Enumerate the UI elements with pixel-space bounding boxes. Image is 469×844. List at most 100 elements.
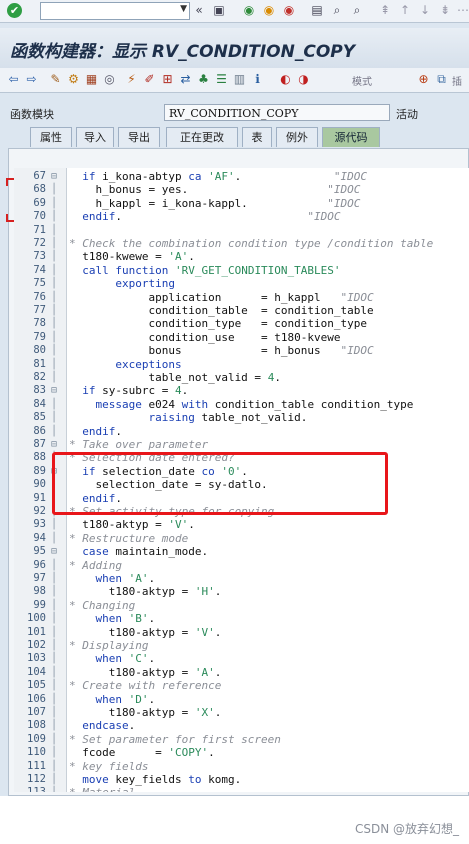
fold-toggle-icon[interactable]: ⊟ (48, 170, 60, 183)
tab-export[interactable]: 导出 (118, 127, 160, 147)
code-line[interactable]: 93 │ t180-aktyp = 'V'. (14, 518, 469, 531)
test-icon[interactable]: ✐ (142, 72, 157, 87)
last-page-icon[interactable]: ⇟ (438, 3, 452, 17)
code-line[interactable]: 68 │ h_bonus = yes. "IDOC (14, 183, 469, 196)
fold-toggle-icon[interactable]: ⊟ (48, 384, 60, 397)
pretty-printer-icon[interactable]: ⧉ (434, 72, 449, 87)
first-page-icon[interactable]: ⇞ (378, 3, 392, 17)
code-line[interactable]: 102 │ * Displaying (14, 639, 469, 652)
more-icon[interactable]: ⋯ (456, 3, 469, 17)
code-line[interactable]: 98 │ t180-aktyp = 'H'. (14, 585, 469, 598)
code-token: t180-aktyp = (69, 625, 195, 639)
activate-icon[interactable]: ⚡ (124, 72, 139, 87)
fold-guide: │ (50, 519, 58, 531)
code-line[interactable]: 106 │ when 'D'. (14, 693, 469, 706)
code-line[interactable]: 73 │ t180-kwewe = 'A'. (14, 250, 469, 263)
code-line[interactable]: 74 │ call function 'RV_GET_CONDITION_TABL… (14, 264, 469, 277)
tab-tables[interactable]: 表 (242, 127, 272, 147)
code-line[interactable]: 99 │ * Changing (14, 599, 469, 612)
tab-import[interactable]: 导入 (76, 127, 114, 147)
code-token: t180-aktyp = (69, 706, 195, 719)
prev-page-icon[interactable]: ↑ (398, 3, 412, 17)
code-line[interactable]: 97 │ when 'A'. (14, 572, 469, 585)
code-line[interactable]: 76 │ application = h_kappl "IDOC (14, 291, 469, 304)
code-line[interactable]: 86 │ endif. (14, 425, 469, 438)
find-icon[interactable]: ⌕ (330, 3, 344, 17)
tab-attributes[interactable]: 属性 (30, 127, 72, 147)
code-token: * Set parameter for first screen (69, 732, 281, 746)
session-breakpoint-icon[interactable]: ◑ (296, 72, 311, 87)
code-line[interactable]: 108 │ endcase. (14, 719, 469, 732)
print-icon[interactable]: ▤ (310, 3, 324, 17)
hierarchy-icon[interactable]: ☰ (214, 72, 229, 87)
fold-toggle-icon[interactable]: ⊟ (48, 545, 60, 558)
navigation-icon[interactable]: ♣ (196, 72, 211, 87)
code-line[interactable]: 105 │ * Create with reference (14, 679, 469, 692)
code-line[interactable]: 78 │ condition_type = condition_type (14, 317, 469, 330)
function-module-field[interactable]: RV_CONDITION_COPY (164, 104, 390, 121)
code-line[interactable]: 75 │ exporting (14, 277, 469, 290)
chevron-down-icon[interactable]: ▼ (180, 4, 187, 14)
mode-label[interactable]: 模式 (352, 73, 372, 88)
code-line[interactable]: 67 ⊟ if i_kona-abtyp ca 'AF'. "IDOC (14, 170, 469, 183)
display-change-icon[interactable]: ✎ (48, 72, 63, 87)
code-line[interactable]: 103 │ when 'C'. (14, 652, 469, 665)
insert-label[interactable]: 插 (452, 73, 462, 88)
code-token: komg. (208, 773, 242, 786)
code-line[interactable]: 69 │ h_kappl = i_kona-kappl. "IDOC (14, 197, 469, 210)
code-line[interactable]: 77 │ condition_table = condition_table (14, 304, 469, 317)
object-list-icon[interactable]: ⇄ (178, 72, 193, 87)
next-page-icon[interactable]: ↓ (418, 3, 432, 17)
exit-icon[interactable]: ◉ (262, 3, 276, 17)
save-icon[interactable]: ▣ (212, 3, 226, 17)
other-object-icon[interactable]: ▦ (84, 72, 99, 87)
code-line[interactable]: 111 │ * key fields (14, 760, 469, 773)
code-line[interactable]: 104 │ t180-aktyp = 'A'. (14, 666, 469, 679)
code-line[interactable]: 82 │ table_not_valid = 4. (14, 371, 469, 384)
code-line[interactable]: 85 │ raising table_not_valid. (14, 411, 469, 424)
code-line[interactable]: 107 │ t180-aktyp = 'X'. (14, 706, 469, 719)
code-line[interactable]: 100 │ when 'B'. (14, 612, 469, 625)
where-used-icon[interactable]: ⊞ (160, 72, 175, 87)
forward-arrow-icon[interactable]: ⇨ (24, 72, 39, 87)
code-line[interactable]: 84 │ message e024 with condition_table co… (14, 398, 469, 411)
back-icon[interactable]: ◉ (242, 3, 256, 17)
code-line[interactable]: 81 │ exceptions (14, 358, 469, 371)
code-line[interactable]: 95 ⊟ case maintain_mode. (14, 545, 469, 558)
code-line[interactable]: 80 │ bonus = h_bonus "IDOC (14, 344, 469, 357)
enter-icon[interactable]: ✔ (7, 3, 22, 18)
code-line[interactable]: 94 │ * Restructure mode (14, 532, 469, 545)
code-line[interactable]: 110 │ fcode = 'COPY'. (14, 746, 469, 759)
code-line[interactable]: 83 ⊟ if sy-subrc = 4. (14, 384, 469, 397)
check-icon[interactable]: ◎ (102, 72, 117, 87)
find-next-icon[interactable]: ⌕ (350, 3, 364, 17)
code-line[interactable]: 70 │ endif. "IDOC (14, 210, 469, 223)
tab-exceptions[interactable]: 例外 (276, 127, 318, 147)
code-line[interactable]: 71 │ (14, 224, 469, 237)
info-icon[interactable]: ℹ (250, 72, 265, 87)
code-line[interactable]: 96 │ * Adding (14, 559, 469, 572)
breakpoint-icon[interactable]: ◐ (278, 72, 293, 87)
active-inactive-icon[interactable]: ⚙ (66, 72, 81, 87)
fold-toggle-icon[interactable]: ⊟ (48, 438, 60, 451)
fold-guide: │ (50, 197, 58, 209)
code-token: 'H' (194, 585, 215, 599)
back-arrow-icon[interactable]: ⇦ (6, 72, 21, 87)
code-token: t180-kwewe = (69, 250, 169, 264)
cancel-icon[interactable]: ◉ (282, 3, 296, 17)
tab-source-code[interactable]: 源代码 (322, 127, 380, 147)
code-line[interactable]: 113│ * Material (14, 786, 469, 792)
command-field[interactable]: ▼ (40, 2, 190, 20)
code-line[interactable]: 112 │ move key_fields to komg. (14, 773, 469, 786)
code-text: * key fields (69, 760, 148, 773)
code-line[interactable]: 101 │ t180-aktyp = 'V'. (14, 626, 469, 639)
code-line[interactable]: 72 │ * Check the combination condition typ… (14, 237, 469, 250)
code-line[interactable]: 79 │ condition_use = t180-kvewe (14, 331, 469, 344)
tab-changing[interactable]: 正在更改 (166, 127, 238, 147)
line-number: 80 (33, 344, 46, 357)
code-line[interactable]: 109 │ * Set parameter for first screen (14, 733, 469, 746)
code-line[interactable]: 87 ⊟ * Take over parameter (14, 438, 469, 451)
pattern-icon[interactable]: ⊕ (416, 72, 431, 87)
back-arrow-icon[interactable]: « (192, 3, 206, 17)
grid-icon[interactable]: ▥ (232, 72, 247, 87)
